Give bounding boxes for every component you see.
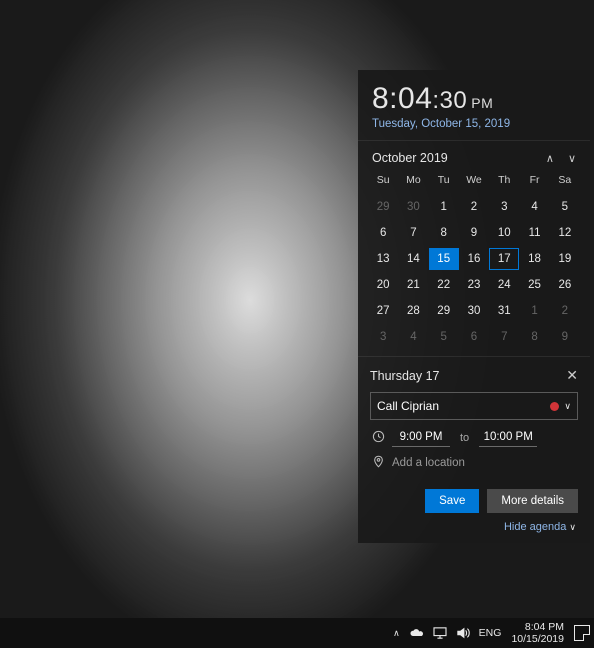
clock-date-link[interactable]: Tuesday, October 15, 2019 [372, 118, 576, 130]
calendar-day[interactable]: 3 [368, 326, 398, 348]
calendar-day[interactable]: 12 [550, 222, 580, 244]
time-row: to [370, 428, 578, 447]
calendar-day[interactable]: 31 [489, 300, 519, 322]
calendar-day[interactable]: 27 [368, 300, 398, 322]
save-button[interactable]: Save [425, 489, 479, 513]
calendar-dow: Sa [550, 171, 580, 192]
taskbar: ∧ ENG 8:04 PM 10/15/2019 [0, 618, 594, 648]
calendar-day[interactable]: 10 [489, 222, 519, 244]
calendar-day[interactable]: 9 [459, 222, 489, 244]
clock-seconds: :30 [432, 87, 467, 114]
calendar-day[interactable]: 18 [519, 248, 549, 270]
taskbar-time: 8:04 PM [511, 621, 564, 633]
location-input[interactable] [392, 457, 578, 469]
language-indicator[interactable]: ENG [479, 627, 502, 639]
action-center-icon[interactable] [574, 625, 590, 641]
calendar-day[interactable]: 8 [429, 222, 459, 244]
event-title-input[interactable] [377, 399, 550, 413]
location-icon [370, 455, 386, 471]
calendar-header: October 2019 ∧ ∨ [358, 141, 590, 171]
calendar-day[interactable]: 2 [550, 300, 580, 322]
agenda-panel: Thursday 17 ✕ ∨ to [358, 357, 590, 485]
agenda-buttons: Save More details [358, 485, 590, 519]
calendar-day[interactable]: 26 [550, 274, 580, 296]
calendar-day[interactable]: 23 [459, 274, 489, 296]
calendar-day[interactable]: 30 [398, 196, 428, 218]
time-to-label: to [460, 432, 469, 444]
calendar-nav: ∧ ∨ [546, 152, 576, 165]
calendar-day[interactable]: 2 [459, 196, 489, 218]
calendar-day[interactable]: 1 [519, 300, 549, 322]
calendar-day[interactable]: 29 [368, 196, 398, 218]
event-title-field[interactable]: ∨ [370, 392, 578, 420]
calendar-day[interactable]: 16 [459, 248, 489, 270]
calendar-day[interactable]: 7 [489, 326, 519, 348]
calendar-dow: Su [368, 171, 398, 192]
calendar-day[interactable]: 14 [398, 248, 428, 270]
calendar-day[interactable]: 21 [398, 274, 428, 296]
calendar-day[interactable]: 9 [550, 326, 580, 348]
calendar-grid: SuMoTuWeThFrSa29301234567891011121314151… [358, 171, 590, 356]
calendar-dow: Th [489, 171, 519, 192]
volume-icon[interactable] [456, 627, 470, 639]
calendar-day[interactable]: 15 [429, 248, 459, 270]
more-details-button[interactable]: More details [487, 489, 578, 513]
calendar-color-picker[interactable]: ∨ [550, 401, 571, 412]
calendar-day[interactable]: 13 [368, 248, 398, 270]
hide-agenda-link[interactable]: Hide agenda ∨ [358, 519, 590, 539]
calendar-day[interactable]: 3 [489, 196, 519, 218]
system-tray: ∧ ENG [393, 627, 501, 639]
calendar-day[interactable]: 5 [550, 196, 580, 218]
taskbar-date: 10/15/2019 [511, 633, 564, 645]
agenda-day-label: Thursday 17 [370, 369, 439, 383]
calendar-month-label[interactable]: October 2019 [372, 151, 448, 165]
calendar-day[interactable]: 6 [459, 326, 489, 348]
calendar-day[interactable]: 17 [489, 248, 519, 270]
calendar-day[interactable]: 11 [519, 222, 549, 244]
calendar-flyout: 8:04:30PM Tuesday, October 15, 2019 Octo… [358, 70, 590, 543]
calendar-day[interactable]: 4 [519, 196, 549, 218]
clock-hours-minutes: 8:04 [372, 82, 432, 115]
calendar-day[interactable]: 8 [519, 326, 549, 348]
chevron-down-icon: ∨ [564, 401, 571, 412]
calendar-day[interactable]: 1 [429, 196, 459, 218]
color-dot-icon [550, 402, 559, 411]
calendar-day[interactable]: 5 [429, 326, 459, 348]
calendar-dow: Mo [398, 171, 428, 192]
calendar-dow: Tu [429, 171, 459, 192]
clock-time: 8:04:30PM [372, 82, 576, 116]
location-row [370, 455, 578, 471]
calendar-day[interactable]: 28 [398, 300, 428, 322]
calendar-dow: We [459, 171, 489, 192]
calendar-day[interactable]: 29 [429, 300, 459, 322]
clock-icon [370, 430, 386, 446]
calendar-prev-icon[interactable]: ∧ [546, 152, 554, 165]
chevron-down-icon: ∨ [569, 522, 576, 532]
clock-block: 8:04:30PM Tuesday, October 15, 2019 [358, 70, 590, 141]
network-icon[interactable] [433, 627, 447, 639]
clock-period: PM [471, 95, 493, 111]
calendar-day[interactable]: 19 [550, 248, 580, 270]
taskbar-clock[interactable]: 8:04 PM 10/15/2019 [511, 621, 564, 645]
calendar-day[interactable]: 20 [368, 274, 398, 296]
start-time-input[interactable] [392, 428, 450, 447]
calendar-next-icon[interactable]: ∨ [568, 152, 576, 165]
hide-agenda-label: Hide agenda [504, 521, 566, 533]
agenda-header: Thursday 17 ✕ [370, 367, 578, 384]
calendar-day[interactable]: 7 [398, 222, 428, 244]
close-icon[interactable]: ✕ [566, 367, 578, 384]
calendar-day[interactable]: 24 [489, 274, 519, 296]
calendar-day[interactable]: 30 [459, 300, 489, 322]
calendar-day[interactable]: 25 [519, 274, 549, 296]
end-time-input[interactable] [479, 428, 537, 447]
calendar-dow: Fr [519, 171, 549, 192]
tray-overflow-icon[interactable]: ∧ [393, 628, 400, 639]
calendar-day[interactable]: 6 [368, 222, 398, 244]
calendar-day[interactable]: 22 [429, 274, 459, 296]
calendar-day[interactable]: 4 [398, 326, 428, 348]
onedrive-icon[interactable] [409, 628, 424, 638]
